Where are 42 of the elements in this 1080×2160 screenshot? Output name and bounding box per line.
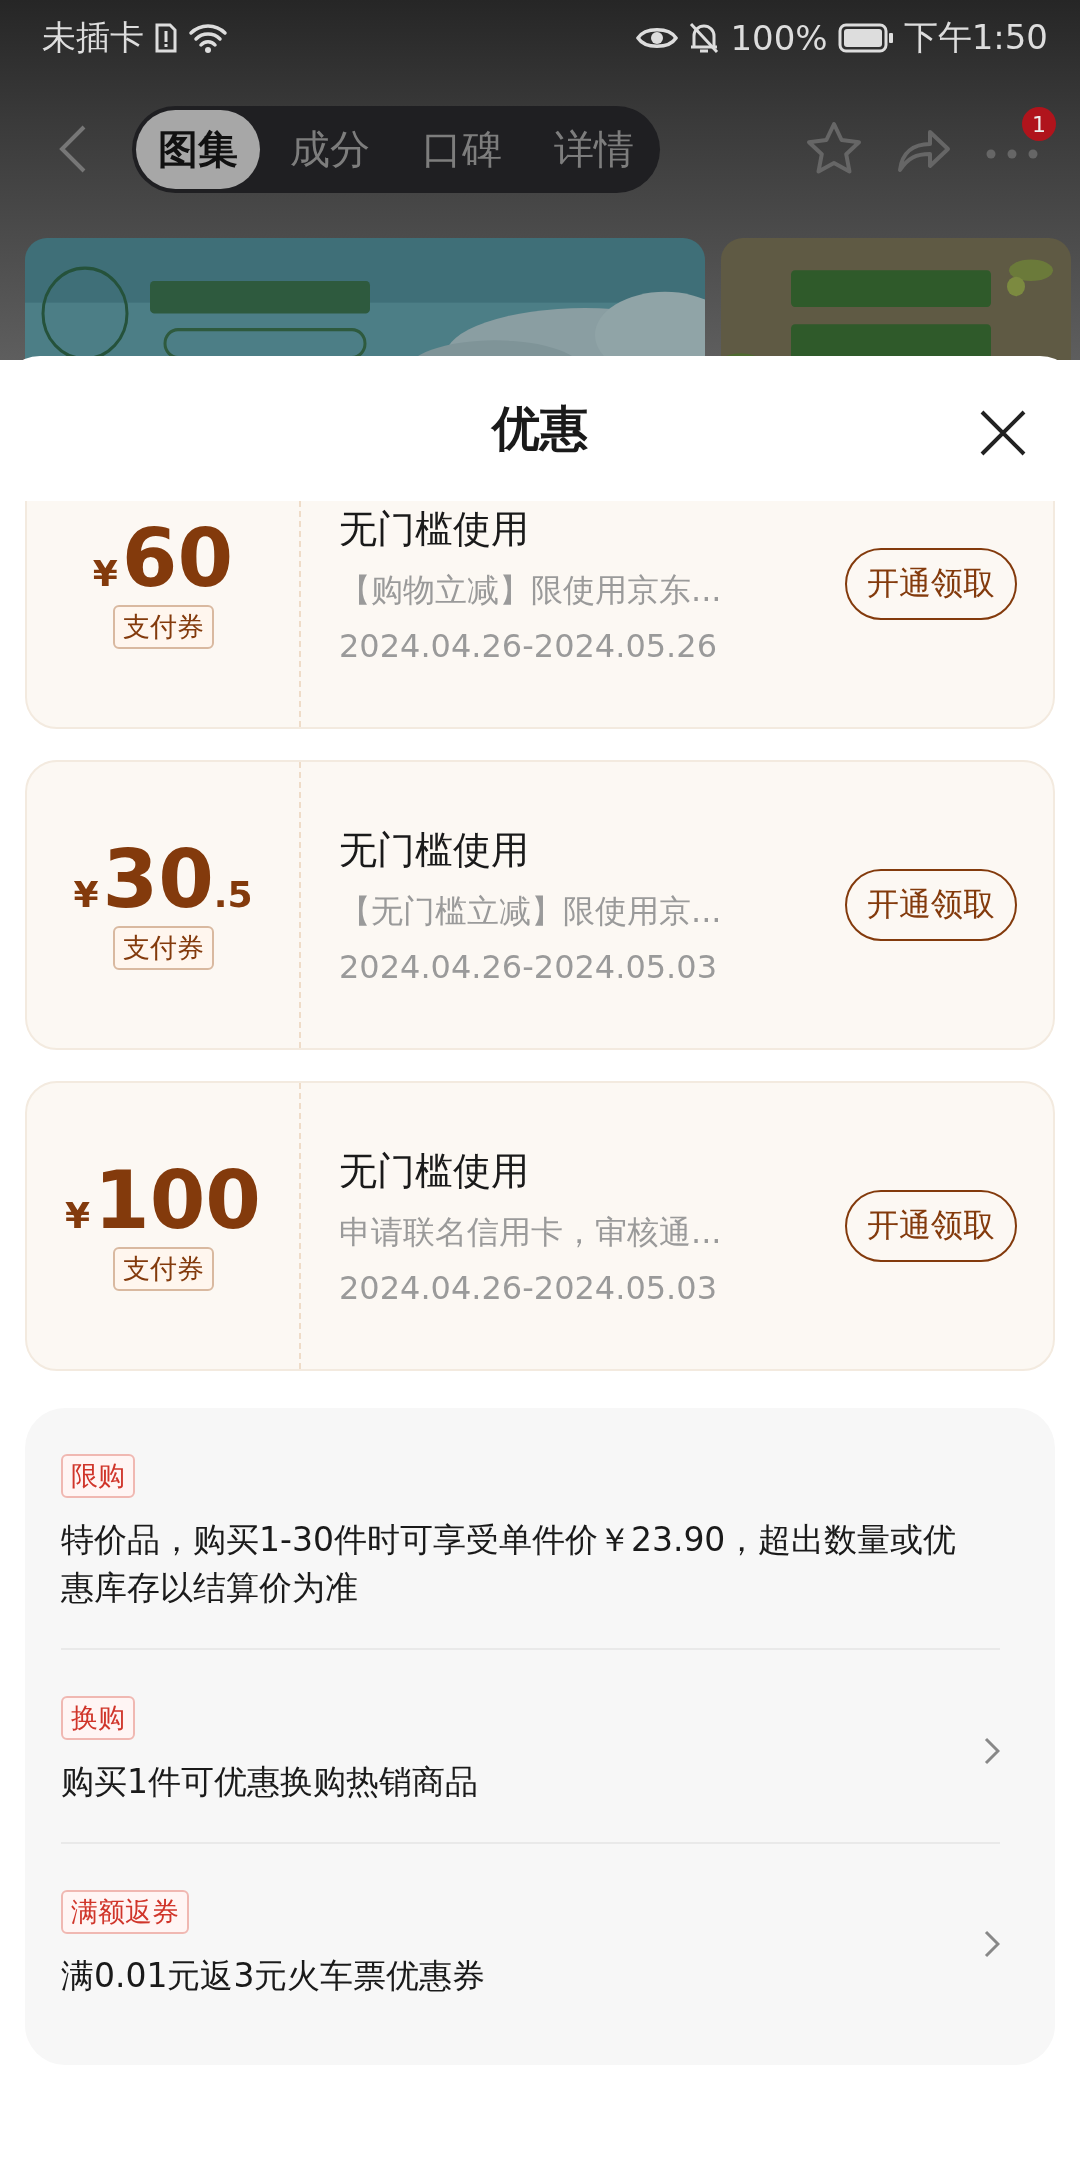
sim-alert-icon [154, 22, 178, 54]
chevron-right-icon[interactable] [984, 1930, 1000, 1959]
promotion-text: 满0.01元返3元火车票优惠券 [61, 1954, 487, 1997]
coupon-description: 申请联名信用卡，审核通... [339, 1211, 723, 1253]
tab[interactable]: 成分 [268, 109, 392, 189]
notification-badge: 1 [1022, 107, 1056, 141]
coupon-dates: 2024.04.26-2024.05.26 [339, 626, 718, 665]
battery-icon [837, 23, 894, 53]
bell-off-icon [688, 21, 721, 55]
promotion-tag: 换购 [61, 1695, 135, 1740]
coupon-description: 【无门槛立减】限使用京... [339, 890, 723, 932]
back-icon[interactable] [58, 124, 88, 174]
coupon-description: 【购物立减】限使用京东... [339, 569, 723, 611]
tab[interactable]: 图集 [136, 109, 260, 189]
claim-button[interactable]: 开通领取 [845, 1190, 1017, 1262]
coupon-amount: ¥60 [92, 519, 234, 599]
coupon-amount: ¥30.5 [73, 840, 253, 920]
promotion-tag: 满额返券 [61, 1889, 189, 1934]
coupon-dates: 2024.04.26-2024.05.03 [339, 947, 718, 986]
coupon-title: 无门槛使用 [339, 826, 530, 874]
promotion-text: 购买1件可优惠换购热销商品 [61, 1760, 479, 1803]
claim-button[interactable]: 开通领取 [845, 869, 1017, 941]
promotion-text: 特价品，购买1-30件时可享受单件价￥23.90，超出数量或优惠库存以结算价为准 [61, 1519, 958, 1609]
wifi-icon [188, 22, 228, 54]
coupon-type-tag: 支付券 [112, 1247, 214, 1291]
coupon-type-tag: 支付券 [112, 605, 214, 649]
coupon-title: 无门槛使用 [339, 1147, 530, 1195]
clock-time: 下午1:50 [903, 16, 1048, 59]
tab[interactable]: 口碑 [400, 109, 524, 189]
chevron-right-icon[interactable] [984, 1736, 1000, 1765]
coupon-dates: 2024.04.26-2024.05.03 [339, 1268, 718, 1307]
tab[interactable]: 详情 [532, 109, 656, 189]
coupon-title: 无门槛使用 [339, 505, 530, 553]
claim-button[interactable]: 开通领取 [845, 548, 1017, 620]
coupon-type-tag: 支付券 [112, 926, 214, 970]
more-icon[interactable] [984, 147, 1040, 161]
close-icon[interactable] [979, 409, 1027, 457]
promotion-tag: 限购 [61, 1454, 135, 1498]
sheet-title: 优惠 [492, 398, 588, 458]
battery-percent: 100% [730, 18, 828, 58]
carrier-text: 未插卡 [42, 16, 144, 59]
coupon-amount: ¥100 [64, 1161, 262, 1241]
